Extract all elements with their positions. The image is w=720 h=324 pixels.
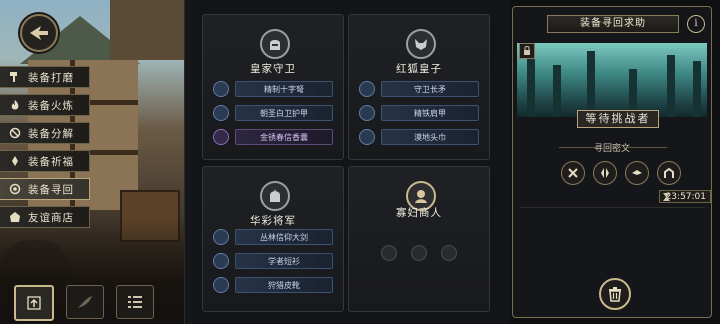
item-label: 丛林信仰大剑 (235, 229, 333, 245)
rune-x-icon[interactable] (561, 161, 585, 185)
item-label: 精铁肩甲 (381, 105, 479, 121)
fox-prince-icon (406, 29, 436, 59)
headscarf-icon (359, 129, 375, 145)
item-label: 精制十字弩 (235, 81, 333, 97)
menu-item-friend-shop[interactable]: 友谊商店 (0, 206, 90, 228)
pauldron-icon (359, 105, 375, 121)
requested-item[interactable]: 漠地头巾 (359, 129, 479, 145)
menu-item-label: 装备祈福 (28, 155, 74, 168)
requested-item[interactable]: 精铁肩甲 (359, 105, 479, 121)
sachet-icon (213, 129, 229, 145)
greatsword-icon (213, 229, 229, 245)
item-label: 守卫长矛 (381, 81, 479, 97)
item-label: 狩猎皮靴 (235, 277, 333, 293)
retrieve-icon (8, 182, 22, 196)
lock-icon (519, 43, 535, 59)
empty-armor-slot-icon (411, 245, 427, 261)
empty-accessory-slot-icon (441, 245, 457, 261)
info-button[interactable]: i (687, 15, 705, 33)
requested-item[interactable]: 精制十字弩 (213, 81, 333, 97)
hourglass-icon (663, 193, 670, 201)
armor-icon (213, 105, 229, 121)
divider-line (519, 207, 705, 208)
boots-icon (213, 277, 229, 293)
back-button[interactable] (20, 14, 58, 52)
flame-icon (8, 98, 22, 112)
countdown-timer: 23:57:01 (659, 190, 711, 203)
pray-icon (8, 154, 22, 168)
menu-item-label: 装备火炼 (28, 99, 74, 112)
menu-item-polish[interactable]: 装备打磨 (0, 66, 90, 88)
requested-item[interactable]: 丛林信仰大剑 (213, 229, 333, 245)
trash-icon (609, 287, 621, 302)
item-label: 朝圣白卫护甲 (235, 105, 333, 121)
requested-item[interactable]: 金锈春信香囊 (213, 129, 333, 145)
item-label: 漠地头巾 (381, 129, 479, 145)
requested-item[interactable]: 学者短衫 (213, 253, 333, 269)
requester-card[interactable]: 皇家守卫 精制十字弩 朝圣白卫护甲 金锈春信香囊 (202, 14, 344, 160)
delete-button[interactable] (599, 278, 631, 310)
requested-item[interactable]: 朝圣白卫护甲 (213, 105, 333, 121)
rune-row (561, 161, 681, 185)
requester-grid: 皇家守卫 精制十字弩 朝圣白卫护甲 金锈春信香囊 红狐皇子 守卫长矛 精铁肩甲 (192, 0, 510, 324)
item-label: 学者短衫 (235, 253, 333, 269)
requester-name: 皇家守卫 (250, 63, 296, 75)
crossbow-icon (213, 81, 229, 97)
shirt-icon (213, 253, 229, 269)
menu-item-label: 装备打磨 (28, 71, 74, 84)
shop-icon (8, 210, 22, 224)
runes-label: 寻回密文 (593, 144, 630, 154)
bottom-toolbar (14, 285, 154, 321)
knight-helmet-icon (260, 29, 290, 59)
spear-icon (359, 81, 375, 97)
menu-item-label: 装备分解 (28, 127, 74, 140)
timer-value: 23:57:01 (665, 192, 706, 202)
empty-weapon-slot-icon (381, 245, 397, 261)
menu-item-retrieve[interactable]: 装备寻回 (0, 178, 90, 200)
menu-item-pray[interactable]: 装备祈福 (0, 150, 90, 172)
status-badge: 等待挑战者 (577, 110, 659, 128)
feather-icon (78, 296, 92, 308)
general-helmet-icon (260, 181, 290, 211)
disassemble-icon (8, 126, 22, 140)
menu-item-refine[interactable]: 装备火炼 (0, 94, 90, 116)
menu-item-label: 友谊商店 (28, 211, 74, 224)
upload-button[interactable] (14, 285, 54, 321)
requester-card[interactable]: 华彩将军 丛林信仰大剑 学者短衫 狩猎皮靴 (202, 166, 344, 312)
retrieve-request-panel: 装备寻回求助 i 等待挑战者 寻回密文 23:57:01 (512, 6, 712, 318)
requester-name: 华彩将军 (250, 215, 296, 227)
divider-line (627, 147, 667, 148)
rune-split-icon[interactable] (593, 161, 617, 185)
requester-name: 红狐皇子 (396, 63, 442, 75)
menu-item-disassemble[interactable]: 装备分解 (0, 122, 90, 144)
list-icon (128, 296, 142, 308)
requested-item[interactable]: 守卫长矛 (359, 81, 479, 97)
panel-title: 装备寻回求助 (547, 15, 679, 33)
requested-item[interactable]: 狩猎皮靴 (213, 277, 333, 293)
item-label: 金锈春信香囊 (235, 129, 333, 145)
back-arrow-icon (30, 26, 48, 40)
upload-icon (27, 296, 41, 310)
requester-name: 寡妇商人 (396, 207, 442, 219)
challenge-scene-image (517, 43, 707, 117)
requester-card[interactable]: 寡妇商人 (348, 166, 490, 312)
hammer-icon (8, 70, 22, 84)
quill-button[interactable] (66, 285, 104, 319)
feature-menu: 装备打磨 装备火炼 装备分解 装备祈福 装备寻回 友谊商店 (0, 66, 96, 234)
rune-bird-icon[interactable] (625, 161, 649, 185)
requester-card[interactable]: 红狐皇子 守卫长矛 精铁肩甲 漠地头巾 (348, 14, 490, 160)
menu-item-label: 装备寻回 (28, 183, 74, 196)
rune-arch-icon[interactable] (657, 161, 681, 185)
list-button[interactable] (116, 285, 154, 319)
